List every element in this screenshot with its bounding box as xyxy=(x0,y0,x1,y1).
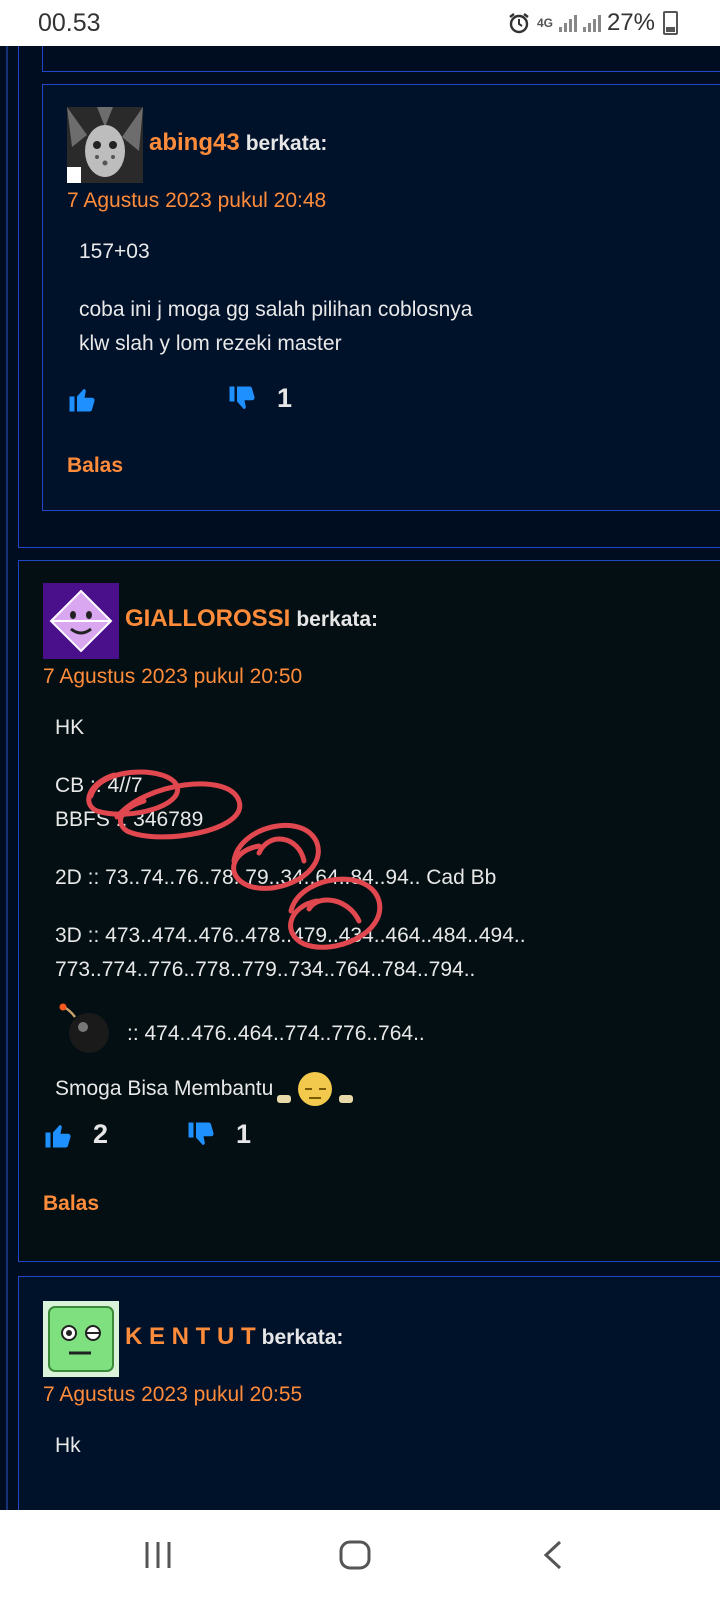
recent-apps-icon xyxy=(145,1542,171,1568)
comment-date[interactable]: 7 Agustus 2023 pukul 20:48 xyxy=(67,189,707,213)
hand-drawn-annotation xyxy=(86,769,383,950)
comment-date[interactable]: 7 Agustus 2023 pukul 20:55 xyxy=(43,1383,703,1407)
comment-header: abing43 berkata: xyxy=(67,107,707,183)
comment-author[interactable]: K E N T U T xyxy=(125,1323,256,1350)
status-icons: 4G 27% xyxy=(507,9,678,37)
system-nav-bar xyxy=(0,1510,720,1600)
avatar[interactable] xyxy=(67,107,143,183)
recent-apps-button[interactable] xyxy=(142,1540,174,1575)
home-icon xyxy=(339,1540,371,1570)
comment-body: Hk xyxy=(55,1429,703,1463)
avatar-image xyxy=(43,1301,119,1377)
vote-bar: 1 xyxy=(67,383,707,414)
signal-icon-2 xyxy=(582,14,601,32)
dislike-button[interactable]: 1 xyxy=(227,383,292,414)
comment-thread[interactable]: abing43 berkata: 7 Agustus 2023 pukul 20:… xyxy=(0,46,720,1510)
thread-line xyxy=(6,46,8,1510)
dislike-count: 1 xyxy=(277,383,293,413)
comment-header: K E N T U Tberkata: xyxy=(43,1301,703,1377)
previous-nested-box xyxy=(42,46,720,72)
comment-abing43: abing43 berkata: 7 Agustus 2023 pukul 20:… xyxy=(42,84,720,511)
like-button[interactable] xyxy=(67,384,117,414)
comment-author[interactable]: abing43 xyxy=(149,129,240,156)
comment-line: Hk xyxy=(55,1434,81,1457)
battery-percent: 27% xyxy=(606,9,655,36)
thumbs-up-icon xyxy=(69,388,95,411)
comment-line: klw slah y lom rezeki master xyxy=(79,332,342,355)
comment-giallorossi: GIALLOROSSI berkata: 7 Agustus 2023 pukul… xyxy=(18,560,720,1262)
status-bar: 00.53 4G 27% xyxy=(0,0,720,46)
comment-body: 157+03 coba ini j moga gg salah pilihan … xyxy=(79,235,707,361)
comment-line: coba ini j moga gg salah pilihan coblosn… xyxy=(79,298,473,321)
network-type: 4G xyxy=(536,16,553,30)
signal-icon xyxy=(558,14,577,32)
status-time: 00.53 xyxy=(38,9,101,37)
avatar-image xyxy=(67,107,143,183)
comment-line: 157+03 xyxy=(79,240,150,263)
back-button[interactable] xyxy=(540,1540,566,1575)
battery-icon xyxy=(663,11,678,35)
says-label: berkata: xyxy=(261,1326,344,1349)
back-icon xyxy=(543,1540,562,1570)
home-button[interactable] xyxy=(338,1540,372,1575)
reply-link[interactable]: Balas xyxy=(67,454,707,478)
says-label: berkata: xyxy=(245,132,328,155)
thumbs-down-icon xyxy=(229,386,255,409)
comment-kentut: K E N T U Tberkata: 7 Agustus 2023 pukul… xyxy=(18,1276,720,1510)
avatar[interactable] xyxy=(43,1301,119,1377)
alarm-icon xyxy=(509,13,529,34)
